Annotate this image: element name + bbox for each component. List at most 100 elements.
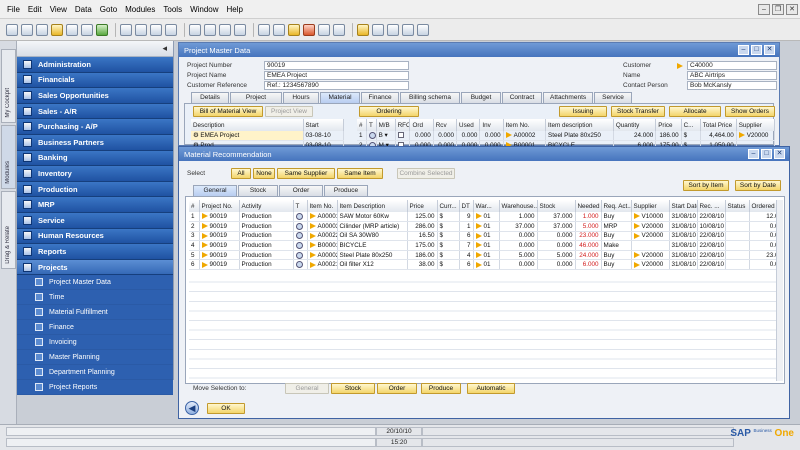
link-arrow-icon[interactable] <box>475 213 482 220</box>
email-icon[interactable] <box>36 23 48 36</box>
menu-help[interactable]: Help <box>223 5 247 14</box>
supplier-cell[interactable]: V20000 <box>631 250 670 261</box>
link-arrow-icon[interactable] <box>309 261 316 268</box>
column-header[interactable]: Total Price <box>700 119 737 131</box>
customer-field[interactable]: C40000 <box>687 61 777 70</box>
sidebar-item-department-planning[interactable]: Department Planning <box>17 365 173 381</box>
link-arrow-icon[interactable] <box>475 242 482 249</box>
show-orders-button[interactable]: Show Orders <box>725 106 775 117</box>
tab-service[interactable]: Service <box>594 92 632 103</box>
module-purchasing-a-p[interactable]: Purchasing - A/P <box>17 119 173 135</box>
link-arrow-icon[interactable] <box>309 213 316 220</box>
word-icon[interactable] <box>120 23 132 36</box>
item-no-cell[interactable]: A00002 <box>307 250 338 261</box>
tab-material[interactable]: Material <box>320 92 360 103</box>
column-header[interactable]: Supplier <box>631 200 670 212</box>
column-header[interactable]: Activity <box>239 200 294 212</box>
table-row[interactable]: 290019Production A00003Cilinder (MRP arti… <box>189 221 782 232</box>
item-no-cell[interactable]: A00003 <box>307 221 338 232</box>
first-record-icon[interactable] <box>189 23 201 36</box>
column-header[interactable]: T <box>293 200 308 212</box>
module-mrp[interactable]: MRP <box>17 197 173 213</box>
rfo-checkbox[interactable] <box>397 132 404 139</box>
supplier-cell[interactable] <box>631 240 670 251</box>
combine-selected-button[interactable]: Combine Selected <box>397 168 455 179</box>
move-automatic-button[interactable]: Automatic <box>467 383 515 394</box>
close-icon[interactable]: ✕ <box>764 45 775 55</box>
link-arrow-icon[interactable] <box>309 252 316 258</box>
sidebar-item-time[interactable]: Time <box>17 290 173 306</box>
module-sales-opportunities[interactable]: Sales Opportunities <box>17 88 173 104</box>
column-header[interactable]: T <box>366 119 377 131</box>
project-no-cell[interactable]: 90019 <box>199 212 240 223</box>
module-sales-a-r[interactable]: Sales - A/R <box>17 103 173 120</box>
sidebar-item-project-reports[interactable]: Project Reports <box>17 380 173 396</box>
alert-icon[interactable] <box>288 23 300 36</box>
move-order-button[interactable]: Order <box>377 383 417 394</box>
close-icon[interactable]: ✕ <box>786 4 798 15</box>
column-header[interactable]: Inv <box>479 119 504 131</box>
supplier-cell[interactable]: V20000 <box>631 221 670 232</box>
warehouse-cell[interactable]: 01 <box>473 231 500 242</box>
link-arrow-icon[interactable] <box>505 132 512 139</box>
item-no-cell[interactable]: A00002 <box>503 131 547 142</box>
same-supplier-button[interactable]: Same Supplier <box>277 168 335 179</box>
tab-stock[interactable]: Stock <box>238 185 278 196</box>
link-arrow-icon[interactable] <box>201 223 208 230</box>
link-arrow-icon[interactable] <box>633 261 640 268</box>
menu-view[interactable]: View <box>46 5 71 14</box>
next-record-icon[interactable] <box>219 23 231 36</box>
maximize-icon[interactable]: □ <box>751 45 762 55</box>
warehouse-cell[interactable]: 01 <box>473 212 500 223</box>
pdf-icon[interactable] <box>135 23 147 36</box>
issuing-button[interactable]: Issuing <box>559 106 607 117</box>
same-item-button[interactable]: Same Item <box>337 168 383 179</box>
supplier-cell[interactable]: V20000 <box>631 259 670 271</box>
rfo-cell[interactable] <box>395 131 411 142</box>
ok-button[interactable]: OK <box>207 403 245 414</box>
module-banking[interactable]: Banking <box>17 150 173 167</box>
column-header[interactable]: Project No. <box>199 200 240 212</box>
customer-name-field[interactable]: ABC Airtrips <box>687 71 777 80</box>
sidebar-item-material-fulfillment[interactable]: Material Fulfillment <box>17 305 173 321</box>
req-action-cell[interactable]: Make <box>601 240 632 251</box>
module-human-resources[interactable]: Human Resources <box>17 228 173 245</box>
req-action-cell[interactable]: Buy <box>601 250 632 261</box>
previous-record-icon[interactable] <box>204 23 216 36</box>
column-header[interactable]: # <box>357 119 368 131</box>
link-arrow-icon[interactable] <box>201 252 208 258</box>
module-reports[interactable]: Reports <box>17 244 173 260</box>
warehouse-cell[interactable]: 01 <box>473 259 500 271</box>
tab-modules[interactable]: Modules <box>1 125 16 189</box>
minimize-icon[interactable]: – <box>758 4 770 15</box>
table-row[interactable]: 490019ProductionB00001BICYCLE175.00$7010… <box>189 240 782 251</box>
excel-icon[interactable] <box>96 23 108 36</box>
menu-modules[interactable]: Modules <box>121 5 159 14</box>
link-arrow-icon[interactable] <box>309 223 316 230</box>
menu-file[interactable]: File <box>3 5 24 14</box>
fax-icon[interactable] <box>66 23 78 36</box>
table-row[interactable]: 1B ▾ 0.000 0.000 0.000 0.000 A00002 Steel Plat… <box>357 131 776 142</box>
table-row[interactable]: 190019Production A00001SAW Motor 60Kw125.… <box>189 212 782 223</box>
add-icon[interactable] <box>165 23 177 36</box>
tab-drag-and-relate[interactable]: Drag & Relate <box>1 191 16 269</box>
item-no-cell[interactable]: B00001 <box>307 240 338 251</box>
tab-my-cockpit[interactable]: My Cockpit <box>1 49 16 123</box>
tab-project-members[interactable]: Project Members <box>230 92 282 111</box>
column-header[interactable]: DT <box>459 200 474 212</box>
module-business-partners[interactable]: Business Partners <box>17 134 173 151</box>
column-header[interactable]: M/B <box>376 119 396 131</box>
customer-reference-field[interactable]: Ref.: 1234567890 <box>264 81 409 90</box>
project-no-cell[interactable]: 90019 <box>199 250 240 261</box>
tab-order[interactable]: Order <box>279 185 323 196</box>
bill-of-material-view-button[interactable]: Bill of Material View <box>193 106 263 117</box>
project-no-cell[interactable]: 90019 <box>199 259 240 271</box>
link-arrow-icon[interactable] <box>201 213 208 220</box>
req-action-cell[interactable]: Buy <box>601 231 632 242</box>
tree-row[interactable]: ⚙ EMEA Project 03-08-10 <box>191 131 344 142</box>
tab-produce[interactable]: Produce <box>324 185 368 196</box>
module-projects[interactable]: Projects <box>17 259 173 276</box>
column-header[interactable]: Price <box>407 200 438 212</box>
project-number-field[interactable]: 90019 <box>264 61 409 70</box>
tab-hours[interactable]: Hours <box>283 92 319 103</box>
